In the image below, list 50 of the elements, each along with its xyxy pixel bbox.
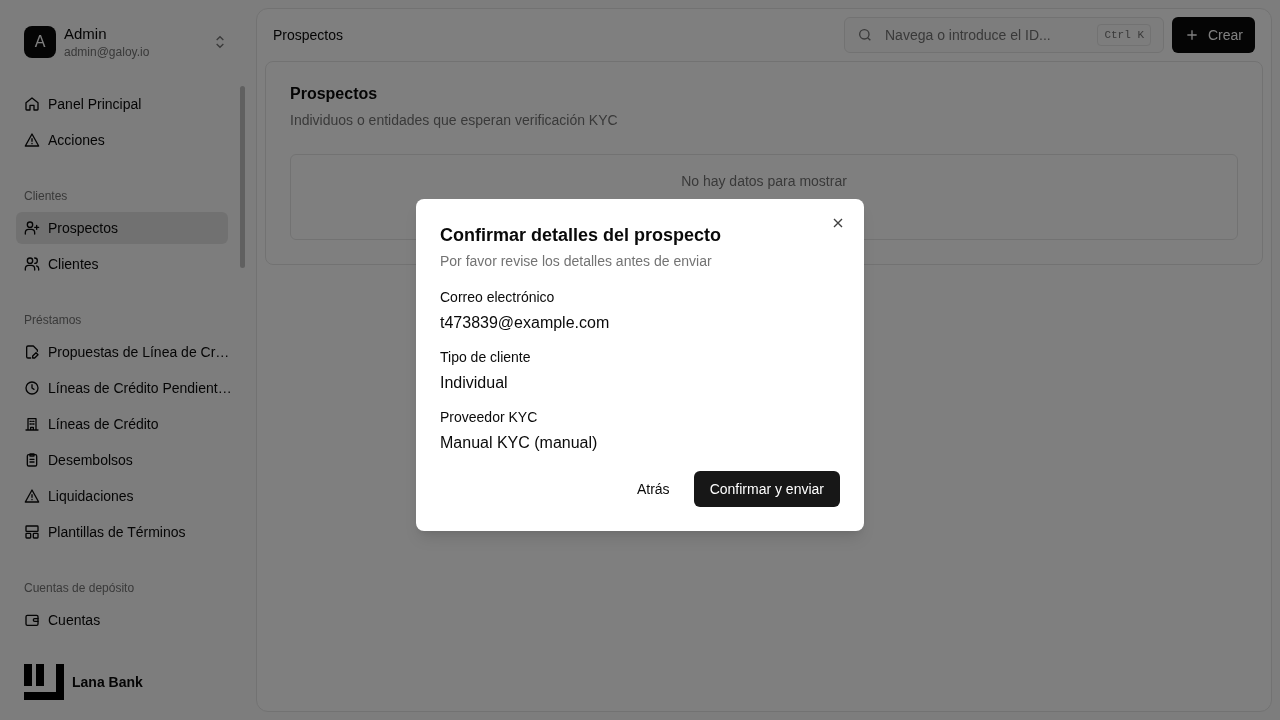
- wallet-icon: [24, 612, 40, 628]
- search-field[interactable]: Navega o introduce el ID... Ctrl K: [844, 17, 1164, 53]
- section-heading: Préstamos: [23, 312, 83, 329]
- sidebar-item[interactable]: Acciones: [16, 124, 228, 156]
- user-name: Admin: [64, 24, 108, 44]
- warning-icon: [24, 488, 40, 504]
- home-icon: [24, 96, 40, 112]
- user-email: admin@galoy.io: [64, 44, 151, 60]
- confirm-button[interactable]: Confirmar y enviar: [693, 471, 840, 507]
- building-icon: [24, 416, 40, 432]
- section-heading: Cuentas de depósito: [23, 580, 136, 597]
- plus-icon: [1184, 27, 1200, 43]
- search-icon: [857, 27, 873, 43]
- shortcut-key: Ctrl K: [1097, 23, 1151, 47]
- sidebar-item[interactable]: Prospectos: [16, 212, 228, 244]
- sidebar-item[interactable]: Plantillas de Términos: [16, 516, 228, 548]
- field-value: Individual: [440, 373, 509, 393]
- sidebar-item[interactable]: Clientes: [16, 248, 228, 280]
- file-edit-icon: [24, 344, 40, 360]
- sidebar-item[interactable]: Cuentas: [16, 604, 228, 636]
- field-value: Manual KYC (manual): [440, 433, 599, 453]
- field-label: Correo electrónico: [440, 288, 556, 307]
- layout-icon: [24, 524, 40, 540]
- user-plus-icon: [24, 220, 40, 236]
- clipboard-icon: [24, 452, 40, 468]
- sidebar-item[interactable]: Propuestas de Línea de Cr…: [16, 336, 228, 368]
- empty-message: No hay datos para mostrar: [681, 172, 847, 191]
- dialog-title: Confirmar detalles del prospecto: [440, 224, 723, 247]
- sidebar-item[interactable]: Desembolsos: [16, 444, 228, 476]
- field-label: Proveedor KYC: [440, 408, 539, 427]
- avatar: A: [24, 26, 56, 58]
- clock-icon: [24, 380, 40, 396]
- card-subtitle: Individuos o entidades que esperan verificación KYC: [290, 111, 619, 130]
- section-heading: Clientes: [23, 188, 69, 205]
- back-button[interactable]: Atrás: [620, 471, 686, 507]
- create-button[interactable]: Crear: [1172, 17, 1255, 53]
- sidebar-item[interactable]: Liquidaciones: [16, 480, 228, 512]
- scrollbar[interactable]: [240, 86, 245, 268]
- sidebar-item[interactable]: Panel Principal: [16, 88, 228, 120]
- brand-name: Lana Bank: [72, 673, 143, 692]
- sidebar-item[interactable]: Líneas de Crédito Pendient…: [16, 372, 228, 404]
- card-title: Prospectos: [290, 84, 379, 104]
- breadcrumb[interactable]: Prospectos: [273, 25, 836, 45]
- field-label: Tipo de cliente: [440, 348, 532, 367]
- dialog-subtitle: Por favor revise los detalles antes de enviar: [440, 252, 713, 271]
- field-value: t473839@example.com: [440, 313, 611, 333]
- logo-icon: [24, 664, 64, 700]
- warning-icon: [24, 132, 40, 148]
- users-icon: [24, 256, 40, 272]
- sidebar-item[interactable]: Líneas de Crédito: [16, 408, 228, 440]
